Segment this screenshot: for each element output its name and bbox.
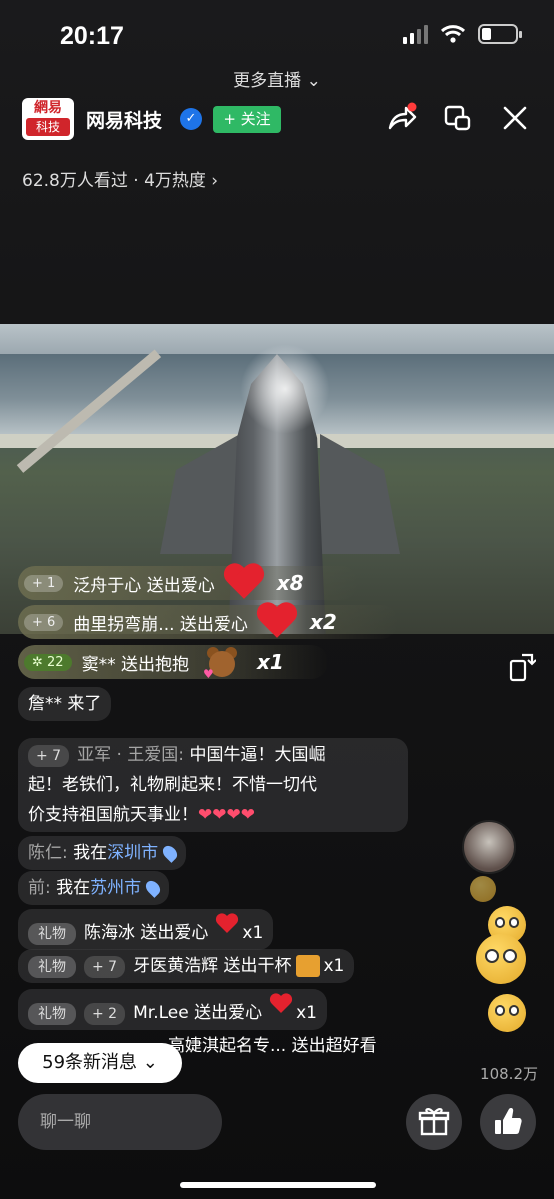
gift-tag: 礼物 [28,923,76,945]
chat-text: 高婕淇起名专... 送出超好看 [168,1036,377,1056]
like-count: 108.2万 [480,1065,538,1083]
city-link[interactable]: 深圳市 [107,843,158,863]
gift-banner: + 6 曲里拐弯崩... 送出爱心 x2 [18,605,398,639]
thumbs-up-icon [495,1108,522,1134]
heart-icon [222,563,266,602]
follow-button[interactable]: + 关注 [213,106,281,133]
gift-button[interactable] [406,1094,462,1150]
location-message: 前: 我在苏州市 [18,871,170,905]
like-button[interactable] [480,1094,536,1150]
video-fin-right [320,434,400,554]
level-badge: + 7 [28,745,70,767]
gift-icon [418,1108,450,1136]
list-item: 礼物 陈海冰 送出爱心 x1 [18,909,274,950]
chat-text: 我在 [56,878,91,898]
chat-text: 牙医黄浩辉 送出干杯 [133,956,292,976]
gift-text: 曲里拐弯崩... 送出爱心 [73,614,248,635]
share-icon[interactable] [386,102,418,134]
gift-message: 礼物 + 2 Mr.Lee 送出爱心 x1 [18,989,327,1030]
gift-multiplier: x1 [296,1003,317,1023]
gift-text: 泛舟于心 送出爱心 [73,575,215,596]
smiley-emoji-icon [488,994,526,1032]
city-link[interactable]: 苏州市 [90,878,141,898]
location-pin-icon [160,843,181,863]
heart-icon [255,602,299,641]
smiley-emoji-icon [470,876,496,902]
gift-multiplier: x8 [276,571,304,595]
level-badge: + 7 [84,956,126,978]
level-badge: ✲ 22 [24,653,72,671]
smiley-emoji-icon [476,934,526,984]
level-badge: + 6 [24,613,64,631]
status-icons [403,24,522,44]
logo-bottom-text: 科技 [26,118,70,136]
heart-icon [269,994,293,1016]
join-message: 詹** 来了 [18,687,112,721]
list-item: + 7 亚军 · 王爱国: 中国牛逼！大国崛 起！老铁们，礼物刷起来！不惜一切代 … [18,738,408,832]
chat-input[interactable]: 聊一聊 [18,1094,222,1150]
chat-nickname[interactable]: 亚军 · 王爱国: [77,745,184,765]
verified-icon: ✓ [180,108,202,130]
gift-message: 礼物 + 7 牙医黄浩辉 送出干杯 x1 [18,949,355,983]
level-badge: + 1 [24,574,64,592]
viewer-stats[interactable]: 62.8万人看过 · 4万热度 › [22,166,218,191]
chat-text: 陈海冰 送出爱心 [84,923,209,943]
bear-hug-icon: ♥ [203,643,241,681]
gift-multiplier: x1 [256,650,284,674]
location-pin-icon [143,878,164,898]
video-glare [240,344,330,434]
chat-text: Mr.Lee 送出爱心 [133,1003,263,1023]
status-time: 20:17 [60,22,124,50]
close-icon[interactable] [499,102,531,134]
gift-multiplier: x1 [242,923,264,943]
hearts-emoji: ❤❤❤❤ [198,805,255,825]
gift-text: 窦** 送出抱抱 [81,654,189,675]
new-messages-button[interactable]: 59条新消息 ⌄ [18,1043,182,1083]
heart-icon [215,914,239,936]
chat-text: 我在 [73,843,108,863]
gift-banner: + 1 泛舟于心 送出爱心 x8 [18,566,358,600]
level-badge: + 2 [84,1003,126,1025]
location-message: 陈仁: 我在深圳市 [18,836,187,870]
pip-icon[interactable] [442,102,474,134]
home-indicator [180,1182,376,1188]
gift-multiplier: x1 [323,956,345,976]
chat-nickname[interactable]: 陈仁: [28,843,68,863]
chat-nickname[interactable]: 前: [28,878,51,898]
signal-icon [403,24,428,44]
beer-icon [295,955,320,977]
gift-tag: 礼物 [28,956,76,978]
logo-top-text: 網易 [34,100,62,116]
gift-message: 礼物 陈海冰 送出爱心 x1 [18,909,274,950]
gift-tag: 礼物 [28,1003,76,1025]
chat-text: 起！老铁们，礼物刷起来！不惜一切代 [28,775,317,795]
list-item: 前: 我在苏州市 [18,871,170,905]
battery-icon [478,24,522,44]
list-item: 礼物 + 2 Mr.Lee 送出爱心 x1 [18,989,327,1030]
video-fin-left [160,434,240,554]
list-item: 高婕淇起名专... 送出超好看 [168,1031,377,1061]
channel-logo[interactable]: 網易 科技 [22,98,74,140]
list-item: 陈仁: 我在深圳市 [18,836,187,870]
chat-text: 中国牛逼！大国崛 [189,745,326,765]
gift-banner: ✲ 22 窦** 送出抱抱 ♥ x1 [18,643,328,681]
list-item: 詹** 来了 [18,687,112,721]
channel-name[interactable]: 网易科技 [86,106,162,133]
list-item: 礼物 + 7 牙医黄浩辉 送出干杯 x1 [18,949,355,983]
gift-multiplier: x2 [309,610,337,634]
more-live-button[interactable]: 更多直播 ⌄ [0,66,554,91]
rotate-screen-icon[interactable] [508,652,536,682]
chat-text: 价支持祖国航天事业！ [28,805,198,825]
avatar[interactable] [462,820,516,874]
wifi-icon [440,25,466,43]
